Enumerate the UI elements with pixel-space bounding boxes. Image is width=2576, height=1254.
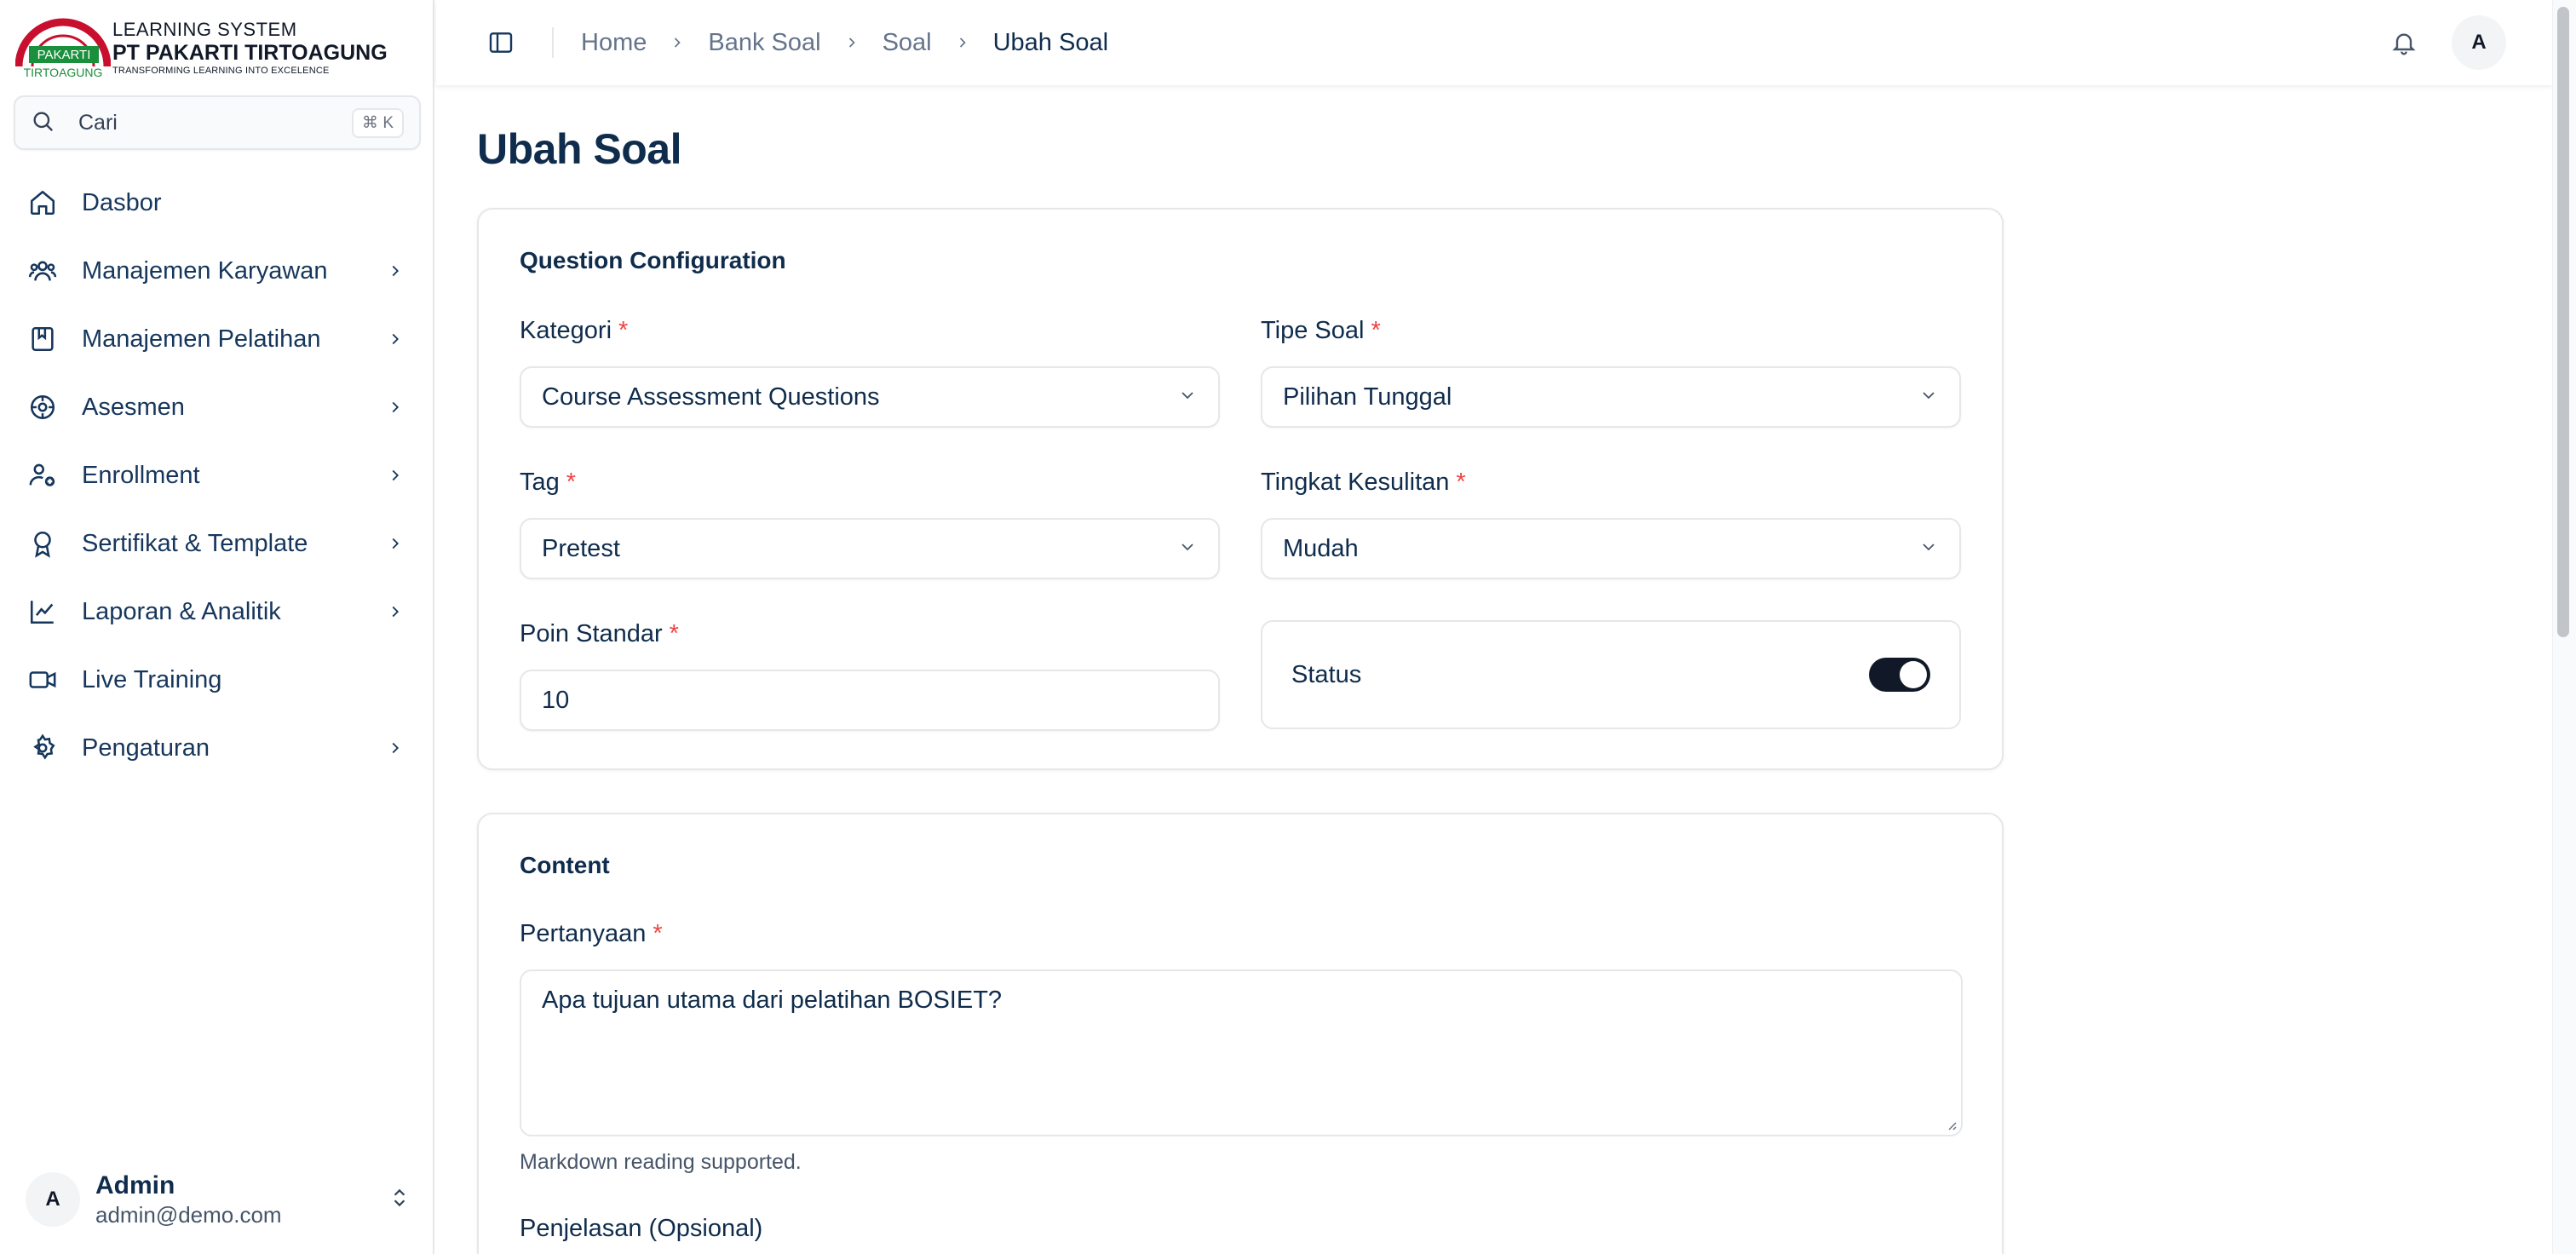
sidebar-item-label: Pengaturan (82, 733, 210, 762)
sidebar-item-label: Enrollment (82, 461, 200, 489)
kategori-select[interactable]: Course Assessment Questions (520, 366, 1220, 428)
status-label: Status (1291, 660, 1362, 688)
scrollbar-thumb[interactable] (2557, 7, 2569, 637)
user-email: admin@demo.com (95, 1202, 282, 1228)
chevron-right-icon (383, 532, 407, 555)
bell-icon (2392, 33, 2416, 55)
brand-tagline: TRANSFORMING LEARNING INTO EXCELENCE (112, 66, 330, 76)
book-icon (27, 324, 58, 354)
pertanyaan-textarea[interactable]: Apa tujuan utama dari pelatihan BOSIET? (520, 969, 1963, 1136)
sidebar-item-label: Asesmen (82, 393, 185, 421)
search-shortcut: ⌘ K (352, 107, 404, 138)
poin-standar-label: Poin Standar * (520, 620, 679, 647)
content-card: Content Pertanyaan * Apa tujuan utama dar… (477, 813, 2004, 1254)
brand-line2: PT PAKARTI TIRTOAGUNG (112, 41, 388, 65)
users-icon (27, 256, 58, 286)
avatar: A (26, 1172, 80, 1227)
topbar: Home Bank Soal Soal Ubah Soal A (436, 0, 2552, 85)
sidebar-item-label: Dasbor (82, 188, 162, 216)
toggle-sidebar-button[interactable] (484, 27, 518, 58)
chevron-right-icon (383, 600, 407, 624)
pertanyaan-helper-text: Markdown reading supported. (520, 1150, 802, 1174)
sidebar-item-manajemen-karyawan[interactable]: Manajemen Karyawan (14, 237, 421, 305)
chevron-right-icon (383, 259, 407, 283)
search-label: Cari (78, 110, 118, 135)
breadcrumb-bank-soal[interactable]: Bank Soal (708, 29, 820, 57)
divider (552, 27, 554, 58)
status-field: Status (1261, 620, 1961, 729)
user-plus-icon (27, 460, 58, 491)
sidebar-item-asesmen[interactable]: Asesmen (14, 373, 421, 441)
chevrons-up-down-icon (388, 1185, 411, 1215)
tag-label: Tag * (520, 469, 577, 496)
gear-badge-icon (27, 392, 58, 423)
card-title: Question Configuration (520, 247, 786, 273)
video-icon (27, 664, 58, 695)
chevron-right-icon (383, 327, 407, 351)
chevron-right-icon (383, 463, 407, 487)
breadcrumb-home[interactable]: Home (581, 29, 647, 57)
user-menu[interactable]: A Admin admin@demo.com (26, 1169, 411, 1230)
sidebar-item-label: Live Training (82, 665, 222, 693)
chevron-down-icon (1918, 385, 1939, 410)
tingkat-kesulitan-label: Tingkat Kesulitan * (1261, 469, 1466, 496)
company-logo: PAKARTI TIRTOAGUNG (14, 17, 112, 79)
chevron-right-icon (843, 34, 860, 51)
user-name: Admin (95, 1171, 175, 1199)
tipe-soal-select[interactable]: Pilihan Tunggal (1261, 366, 1961, 428)
search-button[interactable]: Cari ⌘ K (14, 95, 421, 150)
breadcrumb-current: Ubah Soal (992, 28, 1109, 56)
award-icon (27, 528, 58, 559)
tipe-soal-label: Tipe Soal * (1261, 317, 1381, 344)
chevron-right-icon (669, 34, 686, 51)
status-toggle[interactable] (1869, 658, 1930, 692)
question-configuration-card: Question Configuration Kategori * Course … (477, 208, 2004, 770)
sidebar-item-live-training[interactable]: Live Training (14, 646, 421, 714)
sidebar-nav: Dasbor Manajemen Karyawan Manajemen Pela… (14, 169, 421, 782)
avatar[interactable]: A (2452, 15, 2506, 70)
sidebar-item-label: Manajemen Pelatihan (82, 325, 321, 353)
penjelasan-label: Penjelasan (Opsional) (520, 1215, 763, 1242)
tingkat-kesulitan-select[interactable]: Mudah (1261, 518, 1961, 579)
chevron-down-icon (1177, 537, 1198, 561)
chevron-down-icon (1177, 385, 1198, 410)
sidebar-item-pengaturan[interactable]: Pengaturan (14, 714, 421, 782)
brand-line1: LEARNING SYSTEM (112, 19, 297, 40)
sidebar-item-label: Sertifikat & Template (82, 529, 308, 557)
home-icon (27, 187, 58, 218)
kategori-label: Kategori * (520, 317, 629, 344)
sidebar: PAKARTI TIRTOAGUNG LEARNING SYSTEM PT PA… (0, 0, 434, 1254)
svg-text:PAKARTI: PAKARTI (37, 48, 91, 62)
breadcrumb-soal[interactable]: Soal (883, 29, 932, 57)
sidebar-item-laporan[interactable]: Laporan & Analitik (14, 578, 421, 646)
chevron-down-icon (1918, 537, 1939, 561)
sidebar-item-sertifikat[interactable]: Sertifikat & Template (14, 509, 421, 578)
page-title: Ubah Soal (477, 125, 681, 173)
sidebar-item-label: Laporan & Analitik (82, 597, 281, 625)
notifications-button[interactable] (2387, 26, 2421, 60)
chevron-right-icon (383, 395, 407, 419)
svg-text:TIRTOAGUNG: TIRTOAGUNG (24, 66, 103, 78)
sidebar-item-label: Manajemen Karyawan (82, 256, 328, 285)
panel-left-icon (489, 32, 513, 53)
breadcrumb: Home Bank Soal Soal Ubah Soal (581, 0, 1108, 85)
chart-line-icon (27, 596, 58, 627)
brand[interactable]: PAKARTI TIRTOAGUNG LEARNING SYSTEM PT PA… (14, 17, 388, 79)
chevron-right-icon (383, 736, 407, 760)
sidebar-item-enrollment[interactable]: Enrollment (14, 441, 421, 509)
card-title: Content (520, 852, 610, 878)
resize-handle-icon (1948, 1122, 1957, 1130)
settings-icon (27, 733, 58, 763)
search-icon (31, 109, 55, 137)
sidebar-item-dasbor[interactable]: Dasbor (14, 169, 421, 237)
chevron-right-icon (954, 34, 971, 51)
sidebar-item-manajemen-pelatihan[interactable]: Manajemen Pelatihan (14, 305, 421, 373)
pertanyaan-label: Pertanyaan * (520, 920, 663, 947)
poin-standar-input[interactable]: 10 (520, 670, 1220, 731)
tag-select[interactable]: Pretest (520, 518, 1220, 579)
